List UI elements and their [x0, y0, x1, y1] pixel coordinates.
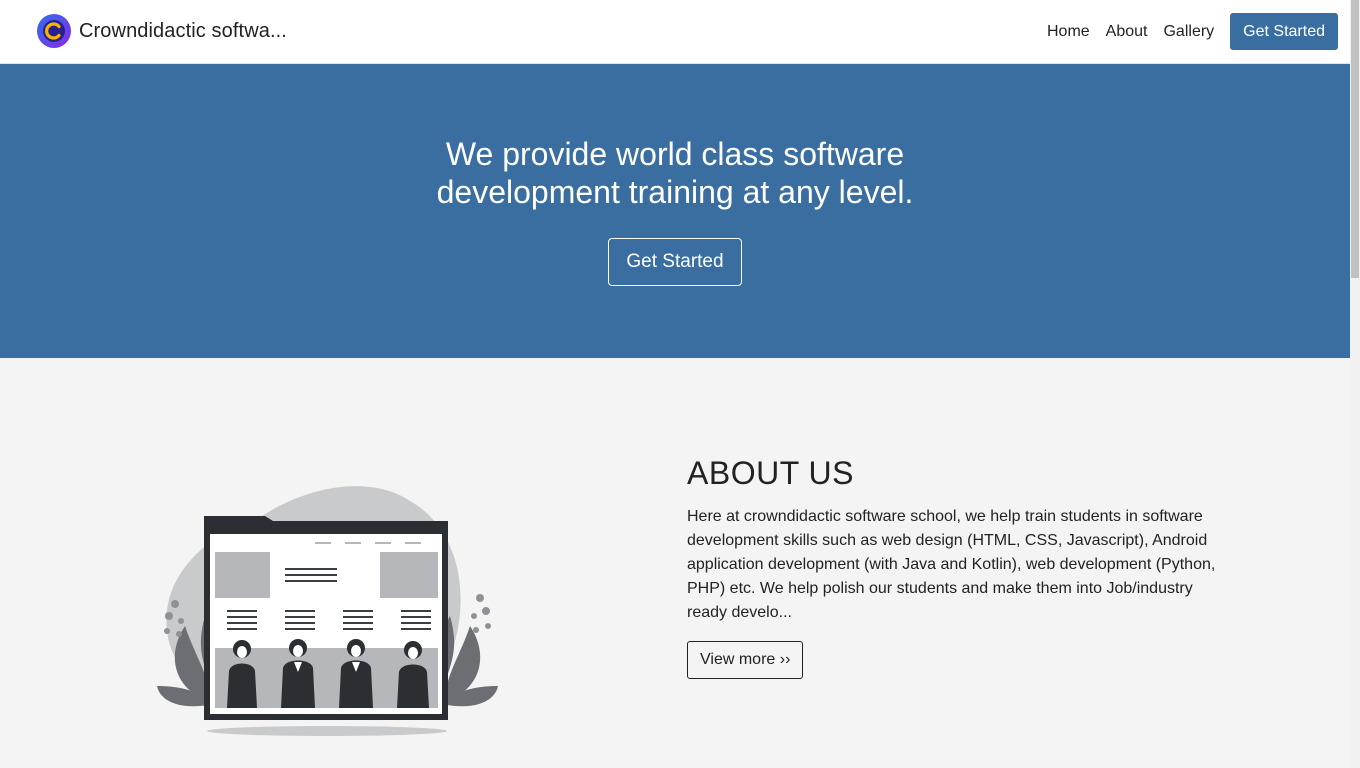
navbar: Crowndidactic softwa... Home About Galle… [0, 0, 1350, 64]
about-text: ABOUT US Here at crowndidactic software … [687, 454, 1227, 679]
nav-get-started-button[interactable]: Get Started [1230, 13, 1338, 50]
about-heading: ABOUT US [687, 455, 854, 491]
about-body: Here at crowndidactic software school, w… [687, 508, 1216, 621]
scrollbar[interactable] [1350, 0, 1360, 768]
hero-get-started-button[interactable]: Get Started [608, 238, 742, 286]
hero-title-line-1: We provide world class software [445, 136, 905, 172]
scrollbar-thumb[interactable] [1351, 0, 1359, 278]
nav-link-gallery[interactable]: Gallery [1163, 23, 1214, 41]
nav-link-home[interactable]: Home [1047, 23, 1090, 41]
view-more-button[interactable]: View more ›› [687, 641, 804, 679]
brand-name: Crowndidactic softwa... [79, 19, 287, 42]
brand[interactable]: Crowndidactic softwa... [36, 13, 287, 49]
hero-title-line-2: development training at any level. [436, 174, 914, 210]
about-section: ABOUT US Here at crowndidactic software … [0, 358, 1350, 768]
nav-link-about[interactable]: About [1106, 23, 1148, 41]
hero-section: We provide world class software developm… [0, 64, 1350, 358]
brand-logo-icon [37, 14, 71, 48]
hero-title: We provide world class software developm… [0, 135, 1350, 211]
team-illustration [157, 486, 498, 736]
nav-links: Home About Gallery Get Started [1047, 13, 1338, 50]
